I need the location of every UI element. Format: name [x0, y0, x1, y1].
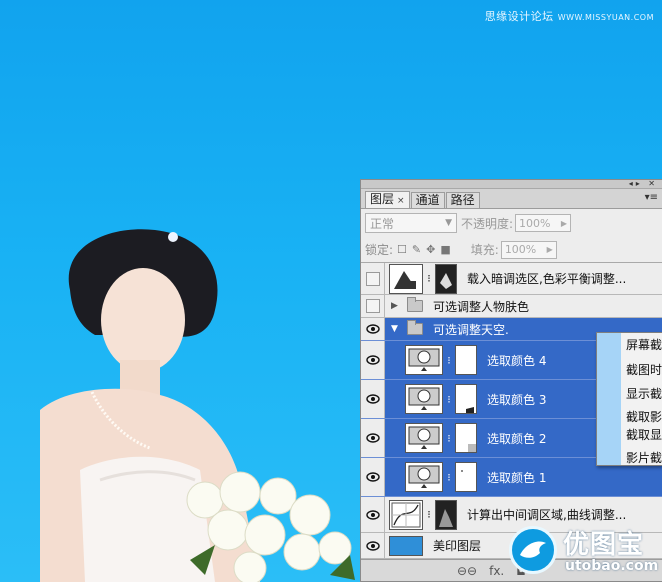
visibility-toggle[interactable] — [361, 318, 385, 340]
lock-transparency-icon[interactable]: ☐ — [397, 243, 407, 256]
context-menu: 屏幕截 截图时 显示截 截取影 截取显 影片截 — [596, 332, 662, 466]
fill-field[interactable]: 100% ▶ — [500, 240, 557, 259]
visibility-off-icon — [365, 271, 380, 286]
context-menu-item[interactable]: 显示截 — [626, 385, 662, 402]
chevron-right-icon[interactable]: ▶ — [547, 245, 553, 254]
bird-logo-icon — [509, 526, 557, 574]
tab-layers[interactable]: 图层 × — [365, 191, 410, 208]
image-thumbnail — [389, 535, 423, 556]
folder-icon — [407, 297, 423, 312]
collapse-arrow-icon[interactable]: ▼ — [391, 324, 401, 334]
tab-paths-label: 路径 — [450, 193, 475, 207]
tab-close-icon[interactable]: × — [397, 196, 405, 206]
layer-mask-thumbnail — [455, 462, 477, 492]
menu-icon-strip — [597, 333, 621, 465]
context-menu-item[interactable]: 截取显 — [626, 426, 662, 443]
panel-titlebar[interactable]: ◂▸ ✕ — [361, 180, 662, 189]
tab-paths[interactable]: 路径 — [445, 192, 480, 208]
link-icon[interactable]: ⁝ — [443, 471, 455, 484]
link-icon[interactable]: ⁝ — [423, 272, 435, 285]
utobao-logo: 优图宝 utobao.com — [509, 520, 662, 580]
link-icon[interactable]: ⁝ — [443, 393, 455, 406]
context-menu-item[interactable]: 影片截 — [626, 449, 662, 466]
panel-window-buttons[interactable]: ◂▸ ✕ — [629, 180, 658, 188]
visibility-toggle[interactable] — [361, 497, 385, 532]
logo-cn: 优图宝 — [563, 530, 645, 560]
opacity-label: 不透明度: — [461, 216, 514, 231]
context-menu-item[interactable]: 屏幕截 — [626, 336, 662, 353]
visibility-toggle[interactable] — [361, 533, 385, 558]
visibility-toggle[interactable] — [361, 458, 385, 496]
eye-icon — [365, 509, 380, 520]
layer-group-row[interactable]: ▶ 可选调整人物肤色 — [361, 295, 662, 318]
expand-arrow-icon[interactable]: ▶ — [391, 301, 401, 311]
eye-icon — [365, 540, 380, 551]
eye-icon — [365, 472, 380, 482]
layer-row[interactable]: ⁝ 载入暗调选区,色彩平衡调整... — [361, 263, 662, 295]
visibility-toggle[interactable] — [361, 419, 385, 457]
visibility-toggle[interactable] — [361, 380, 385, 418]
blend-mode-value: 正常 — [370, 216, 395, 231]
layer-name: 选取颜色 3 — [487, 392, 547, 407]
eye-icon — [365, 324, 380, 334]
visibility-off-icon — [365, 299, 380, 313]
selective-color-thumbnail — [405, 384, 443, 414]
selective-color-thumbnail — [405, 462, 443, 492]
lock-brush-icon[interactable]: ✎ — [412, 243, 421, 256]
visibility-toggle[interactable] — [361, 341, 385, 379]
layer-name: 美印图层 — [433, 539, 482, 553]
opacity-value: 100% — [519, 216, 551, 230]
tab-channels-label: 通道 — [415, 193, 440, 207]
context-menu-item[interactable]: 截取影 — [626, 408, 662, 425]
layer-mask-thumbnail — [455, 384, 477, 414]
selective-color-thumbnail — [405, 423, 443, 453]
lock-move-icon[interactable]: ✥ — [426, 243, 435, 256]
lock-row: 锁定: ☐ ✎ ✥ ■ 填充: 100% ▶ — [361, 237, 662, 263]
layer-name: 载入暗调选区,色彩平衡调整... — [467, 272, 627, 286]
lock-icons: ☐ ✎ ✥ ■ — [397, 243, 451, 256]
layer-mask-thumbnail — [455, 423, 477, 453]
logo-en: utobao.com — [565, 558, 659, 574]
folder-icon — [407, 320, 423, 335]
layer-mask-thumbnail — [435, 499, 457, 530]
fx-icon[interactable]: fx. — [489, 564, 504, 578]
eye-icon — [365, 433, 380, 443]
link-icon[interactable]: ⁝ — [443, 432, 455, 445]
link-layers-icon[interactable]: ⊖⊖ — [457, 564, 477, 578]
lock-label: 锁定: — [365, 243, 394, 257]
selective-color-thumbnail — [405, 345, 443, 375]
layer-name: 可选调整人物肤色 — [433, 299, 530, 314]
visibility-toggle[interactable] — [361, 263, 385, 294]
eye-icon — [365, 355, 380, 365]
tab-layers-label: 图层 — [370, 192, 395, 206]
layer-name: 可选调整天空. — [433, 322, 509, 337]
eye-icon — [365, 394, 380, 404]
fill-label: 填充: — [470, 243, 499, 257]
curves-thumbnail — [389, 499, 423, 530]
context-menu-item[interactable]: 截图时 — [626, 361, 662, 378]
panel-menu-icon[interactable]: ▾≡ — [645, 192, 658, 203]
blend-row: 正常 ▼ 不透明度: 100% ▶ — [361, 209, 662, 237]
fill-value: 100% — [504, 243, 537, 256]
opacity-field[interactable]: 100% ▶ — [515, 214, 572, 232]
adjustment-thumbnail — [389, 263, 423, 294]
chevron-down-icon: ▼ — [445, 218, 452, 228]
lock-all-icon[interactable]: ■ — [440, 243, 450, 256]
layer-name: 选取颜色 4 — [487, 353, 547, 368]
blend-mode-select[interactable]: 正常 ▼ — [365, 213, 457, 233]
link-icon[interactable]: ⁝ — [423, 508, 435, 521]
chevron-right-icon[interactable]: ▶ — [561, 219, 567, 228]
layer-name: 选取颜色 1 — [487, 470, 547, 485]
link-icon[interactable]: ⁝ — [443, 354, 455, 367]
panel-tabbar: 图层 × 通道 路径 ▾≡ — [361, 189, 662, 209]
tab-channels[interactable]: 通道 — [410, 192, 445, 208]
visibility-toggle[interactable] — [361, 295, 385, 317]
layer-name: 选取颜色 2 — [487, 431, 547, 446]
layer-mask-thumbnail — [455, 345, 477, 375]
layer-mask-thumbnail — [435, 263, 457, 294]
